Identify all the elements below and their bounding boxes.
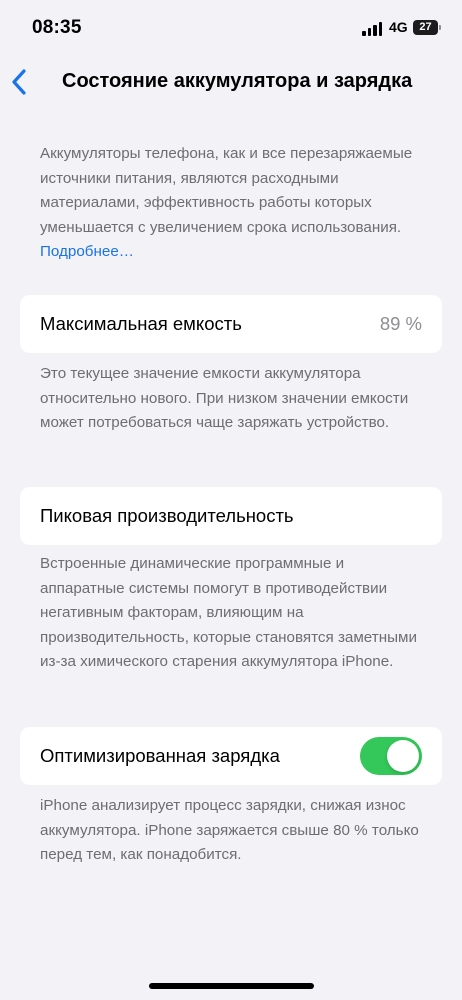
peak-performance-row: Пиковая производительность [20,487,442,545]
battery-icon: 27 [413,20,441,35]
peak-performance-label: Пиковая производительность [40,505,294,526]
battery-level: 27 [413,20,438,35]
cellular-signal-icon [362,22,382,36]
chevron-left-icon [12,69,26,95]
max-capacity-value: 89 % [379,313,422,334]
optimized-charging-footnote: iPhone анализирует процесс зарядки, сниж… [40,797,419,863]
home-indicator[interactable] [149,983,314,989]
status-bar: 08:35 4G 27 [0,0,462,56]
toggle-knob [387,740,419,772]
optimized-charging-toggle[interactable] [360,737,422,775]
optimized-charging-row: Оптимизированная зарядка [20,727,442,785]
navigation-bar: Состояние аккумулятора и зарядка [0,56,462,106]
intro-body: Аккумуляторы телефона, как и все перезар… [40,145,413,236]
max-capacity-footnote: Это текущее значение емкости аккумулятор… [40,365,409,431]
max-capacity-label: Максимальная емкость [40,313,242,334]
page-title: Состояние аккумулятора и зарядка [62,70,413,92]
optimized-charging-label: Оптимизированная зарядка [40,745,280,766]
status-time: 08:35 [32,17,82,38]
intro-text: Аккумуляторы телефона, как и все перезар… [40,142,430,265]
peak-performance-footnote: Встроенные динамические программные и ап… [40,555,417,670]
back-button[interactable] [6,64,36,100]
network-type: 4G [389,19,408,35]
learn-more-link[interactable]: Подробнее… [40,243,134,260]
max-capacity-row: Максимальная емкость 89 % [20,295,442,353]
